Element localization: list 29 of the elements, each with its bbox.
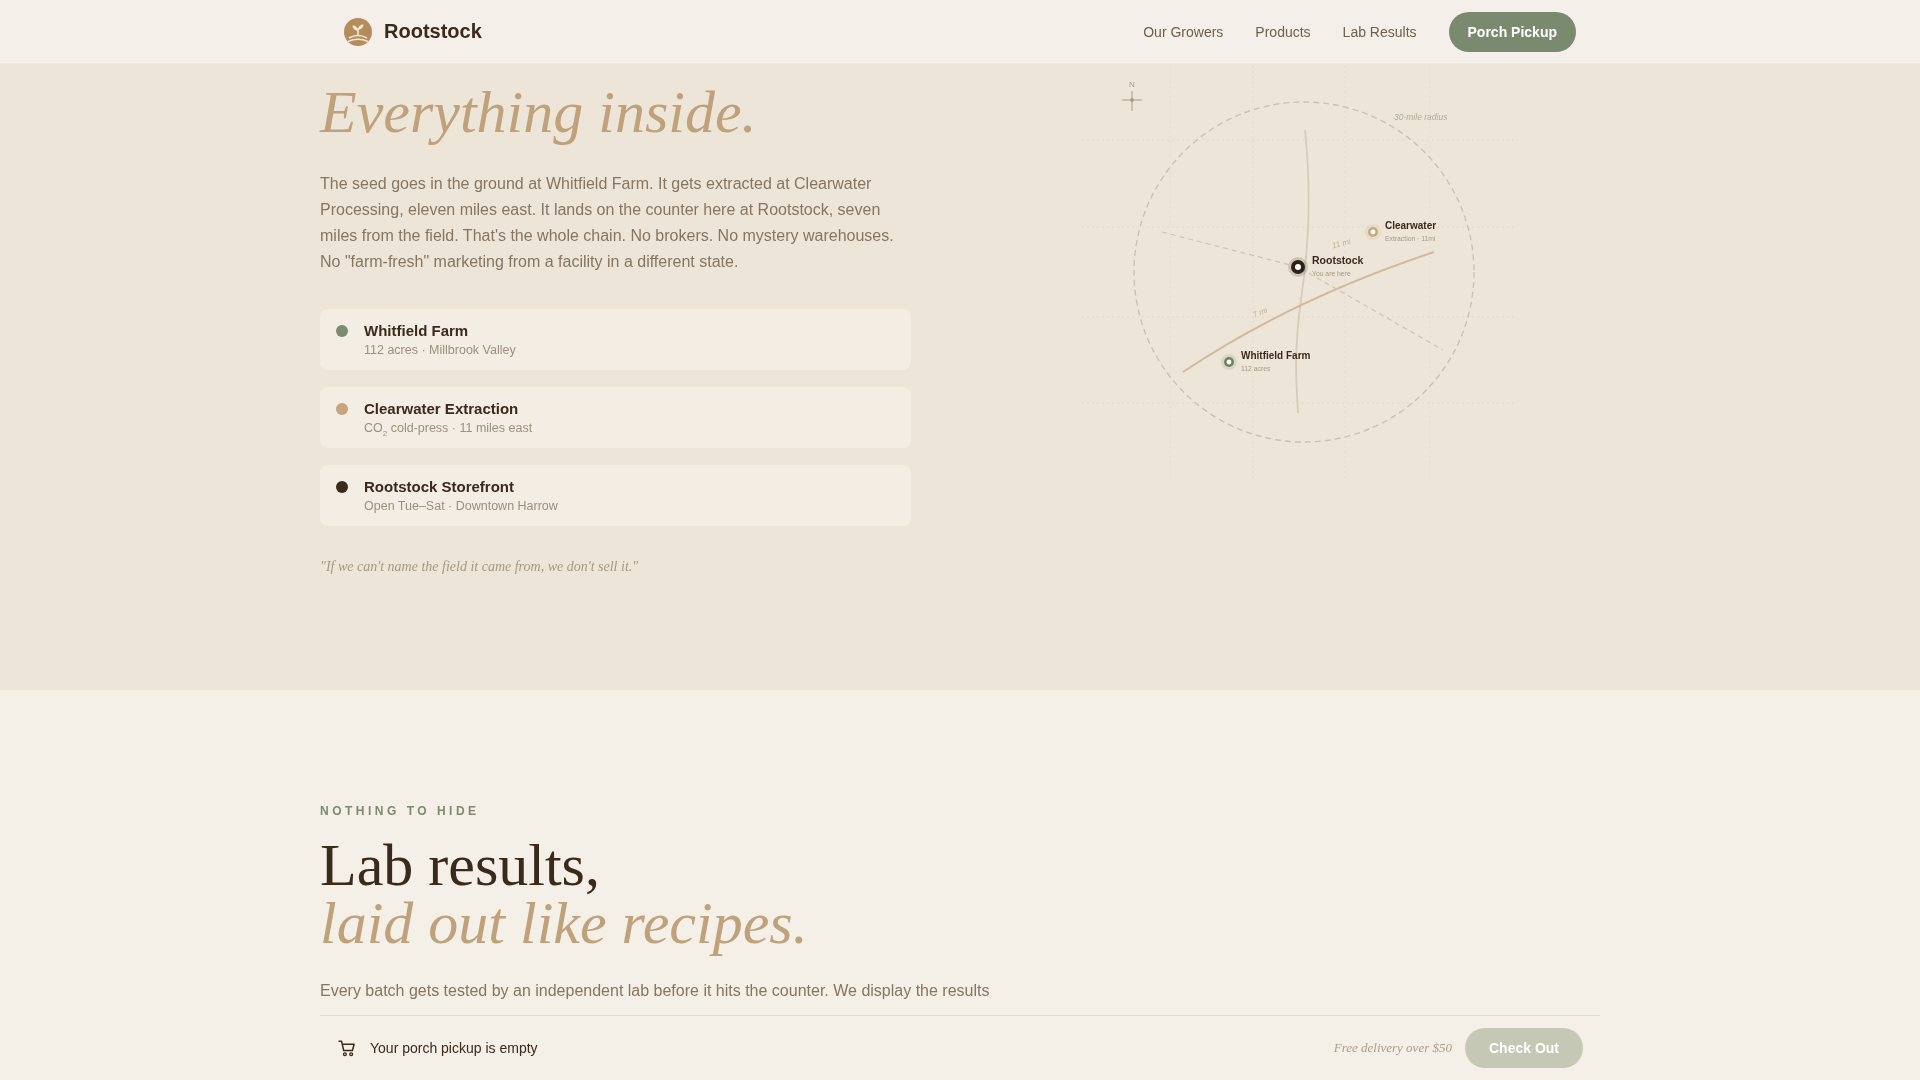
logo-icon xyxy=(344,17,372,46)
stop-name: Rootstock Storefront xyxy=(364,477,515,497)
radius-label: 30-mile radius xyxy=(1394,112,1448,122)
nav-link[interactable]: Lab Results xyxy=(1342,23,1417,40)
cart-icon xyxy=(337,1038,357,1058)
nav-link[interactable]: Our Growers xyxy=(1143,23,1224,40)
stop-detail: 112 acres · Millbrook Valley xyxy=(364,342,516,359)
cart-status: Your porch pickup is empty xyxy=(370,1040,538,1056)
marker-icon xyxy=(1221,354,1237,370)
quote-text: "If we can't name the field it came from, we don't sell it." xyxy=(320,558,640,576)
stop-name: Whitfield Farm xyxy=(364,321,470,341)
stop-detail: Open Tue–Sat · Downtown Harrow xyxy=(364,498,558,515)
compass-icon xyxy=(1121,90,1143,112)
eyebrow-label: NOTHING TO HIDE xyxy=(320,803,481,819)
marker-icon xyxy=(1288,257,1308,277)
delivery-note: Free delivery over $50 xyxy=(1333,1040,1452,1056)
intro-paragraph: The seed goes in the ground at Whitfield Farm. It gets extracted at Clearwater Processing, eleven miles east. It lands on the counter here at Rootstock, seven miles from the field. That's the whole chain. No brokers. No mystery warehouses. No "farm-fresh" marketing from a facility in a different state. xyxy=(320,174,895,272)
nav-link[interactable]: Products xyxy=(1255,23,1311,40)
site-name: Clearwater xyxy=(1385,220,1437,231)
site-name: Whitfield Farm xyxy=(1241,350,1311,361)
stop-detail: CO$_{2}$ cold-press · 11 miles east xyxy=(364,420,533,437)
section-heading: Lab results, xyxy=(320,836,601,894)
site-name: Rootstock xyxy=(1312,254,1364,266)
marker-icon xyxy=(1365,224,1381,240)
pickup-button[interactable]: Porch Pickup xyxy=(1448,11,1576,52)
lab-paragraph: Every batch gets tested by an independent lab before it hits the counter. We display the results xyxy=(320,981,991,1001)
stop-name: Clearwater Extraction xyxy=(364,399,520,419)
brand-name: Rootstock xyxy=(384,20,482,43)
compass-label: N xyxy=(1129,80,1135,89)
